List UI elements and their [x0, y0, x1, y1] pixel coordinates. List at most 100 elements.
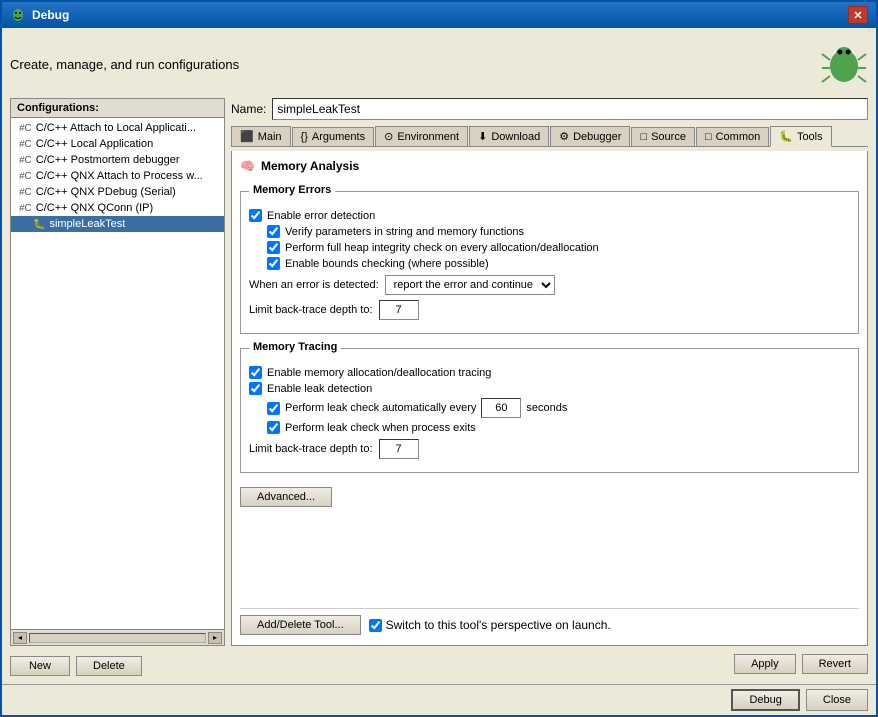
perform-leak-check-label: Perform leak check automatically every	[285, 402, 476, 414]
enable-leak-detection-label: Enable leak detection	[267, 383, 372, 395]
verify-params-row: Verify parameters in string and memory f…	[267, 225, 850, 238]
window-title: Debug	[32, 8, 69, 22]
memory-tracing-label: Memory Tracing	[249, 341, 341, 353]
tree-item-qnx-qconn[interactable]: #C C/C++ QNX QConn (IP)	[11, 200, 224, 216]
error-detected-row: When an error is detected: report the er…	[249, 275, 850, 295]
name-input[interactable]	[272, 98, 868, 120]
tab-arguments[interactable]: {} Arguments	[292, 127, 375, 146]
tab-main-label: Main	[258, 131, 282, 143]
tree-item-local-app[interactable]: #C C/C++ Local Application	[11, 136, 224, 152]
perform-leak-exit-row: Perform leak check when process exits	[267, 421, 850, 434]
scroll-left-btn[interactable]: ◂	[13, 632, 27, 644]
enable-leak-detection-row: Enable leak detection	[249, 382, 850, 395]
tab-tools-header-icon: 🧠	[240, 159, 255, 173]
left-panel-scrollbar: ◂ ▸	[11, 629, 224, 645]
limit-backtrace2-input[interactable]	[379, 439, 419, 459]
tree-label-qnx-pdebug: C/C++ QNX PDebug (Serial)	[36, 186, 176, 198]
tab-debugger-icon: ⚙	[559, 130, 569, 143]
window-content: Create, manage, and run configurations C…	[2, 28, 876, 684]
error-detected-select[interactable]: report the error and continue report the…	[385, 275, 555, 295]
enable-leak-detection-checkbox[interactable]	[249, 382, 262, 395]
tree-label-qnx-attach: C/C++ QNX Attach to Process w...	[36, 170, 203, 182]
tab-environment[interactable]: ⊙ Environment	[375, 126, 468, 146]
header-title: Create, manage, and run configurations	[10, 57, 239, 72]
full-heap-checkbox[interactable]	[267, 241, 280, 254]
bounds-check-checkbox[interactable]	[267, 257, 280, 270]
tree-icon-qnx-qconn: #C	[19, 203, 32, 214]
tab-common-label: Common	[716, 131, 761, 143]
debug-close-row: Debug Close	[731, 689, 868, 711]
tab-environment-label: Environment	[397, 131, 459, 143]
full-heap-label: Perform full heap integrity check on eve…	[285, 242, 599, 254]
tab-content-tools: 🧠 Memory Analysis Memory Errors Enable e…	[231, 151, 868, 646]
limit-backtrace-input[interactable]	[379, 300, 419, 320]
tab-download-label: Download	[491, 131, 540, 143]
tree-item-qnx-attach[interactable]: #C C/C++ QNX Attach to Process w...	[11, 168, 224, 184]
tree-label-postmortem: C/C++ Postmortem debugger	[36, 154, 180, 166]
close-button[interactable]: Close	[806, 689, 868, 711]
memory-errors-label: Memory Errors	[249, 184, 335, 196]
footer-area: Debug Close	[2, 684, 876, 715]
tree-item-qnx-pdebug[interactable]: #C C/C++ QNX PDebug (Serial)	[11, 184, 224, 200]
verify-params-checkbox[interactable]	[267, 225, 280, 238]
name-label: Name:	[231, 102, 266, 116]
tab-source-icon: □	[640, 131, 647, 143]
limit-backtrace2-label: Limit back-trace depth to:	[249, 443, 373, 455]
tab-common[interactable]: □ Common	[696, 127, 769, 146]
scroll-track[interactable]	[29, 633, 206, 643]
tab-tools-header-label: Memory Analysis	[261, 159, 359, 173]
titlebar-left: Debug	[10, 7, 69, 23]
tab-tools-label: Tools	[797, 131, 823, 143]
switch-perspective-row: Switch to this tool's perspective on lau…	[369, 618, 611, 632]
enable-error-detection-row: Enable error detection	[249, 209, 850, 222]
switch-perspective-label: Switch to this tool's perspective on lau…	[386, 618, 611, 632]
tree-item-attach-local[interactable]: #C C/C++ Attach to Local Applicati...	[11, 120, 224, 136]
revert-button[interactable]: Revert	[802, 654, 868, 674]
tab-source[interactable]: □ Source	[631, 127, 695, 146]
tree-item-simple-leak[interactable]: 🐛 simpleLeakTest	[11, 216, 224, 232]
right-panel: Name: ⬛ Main {} Arguments ⊙ Enviro	[231, 98, 868, 646]
perform-leak-exit-checkbox[interactable]	[267, 421, 280, 434]
main-area: Configurations: #C C/C++ Attach to Local…	[10, 98, 868, 646]
tree-icon-qnx-attach: #C	[19, 171, 32, 182]
tab-environment-icon: ⊙	[384, 130, 393, 143]
perform-leak-check-checkbox[interactable]	[267, 402, 280, 415]
tab-main[interactable]: ⬛ Main	[231, 126, 291, 146]
tree-label-qnx-qconn: C/C++ QNX QConn (IP)	[36, 202, 153, 214]
limit-backtrace2-row: Limit back-trace depth to:	[249, 439, 850, 459]
tab-debugger[interactable]: ⚙ Debugger	[550, 126, 630, 146]
enable-allocation-tracing-row: Enable memory allocation/deallocation tr…	[249, 366, 850, 379]
tab-tools[interactable]: 🐛 Tools	[770, 126, 831, 147]
add-delete-tool-button[interactable]: Add/Delete Tool...	[240, 615, 361, 635]
delete-button[interactable]: Delete	[76, 656, 142, 676]
limit-backtrace-label: Limit back-trace depth to:	[249, 304, 373, 316]
tab-download-icon: ⬇	[478, 130, 487, 143]
tab-download[interactable]: ⬇ Download	[469, 126, 549, 146]
error-detected-label: When an error is detected:	[249, 279, 379, 291]
tree-area[interactable]: #C C/C++ Attach to Local Applicati... #C…	[11, 118, 224, 629]
bottom-btns-left: New Delete	[10, 652, 142, 676]
enable-error-detection-checkbox[interactable]	[249, 209, 262, 222]
tab-main-icon: ⬛	[240, 130, 254, 143]
tree-icon-postmortem: #C	[19, 155, 32, 166]
limit-backtrace-row: Limit back-trace depth to:	[249, 300, 850, 320]
leak-seconds-input[interactable]	[481, 398, 521, 418]
scroll-right-btn[interactable]: ▸	[208, 632, 222, 644]
switch-perspective-checkbox[interactable]	[369, 619, 382, 632]
tab-arguments-icon: {}	[301, 131, 308, 143]
verify-params-label: Verify parameters in string and memory f…	[285, 226, 524, 238]
bottom-tool-row: Add/Delete Tool... Switch to this tool's…	[240, 608, 859, 637]
debug-button[interactable]: Debug	[731, 689, 799, 711]
close-window-button[interactable]: ✕	[848, 6, 868, 24]
seconds-label: seconds	[526, 402, 567, 414]
enable-allocation-tracing-checkbox[interactable]	[249, 366, 262, 379]
bounds-check-row: Enable bounds checking (where possible)	[267, 257, 850, 270]
advanced-button[interactable]: Advanced...	[240, 487, 332, 507]
full-heap-row: Perform full heap integrity check on eve…	[267, 241, 850, 254]
tabs-bar: ⬛ Main {} Arguments ⊙ Environment ⬇ Down…	[231, 126, 868, 147]
memory-tracing-section: Memory Tracing Enable memory allocation/…	[240, 348, 859, 473]
new-button[interactable]: New	[10, 656, 70, 676]
apply-button[interactable]: Apply	[734, 654, 796, 674]
perform-leak-check-row: Perform leak check automatically every s…	[267, 398, 850, 418]
tree-item-postmortem[interactable]: #C C/C++ Postmortem debugger	[11, 152, 224, 168]
